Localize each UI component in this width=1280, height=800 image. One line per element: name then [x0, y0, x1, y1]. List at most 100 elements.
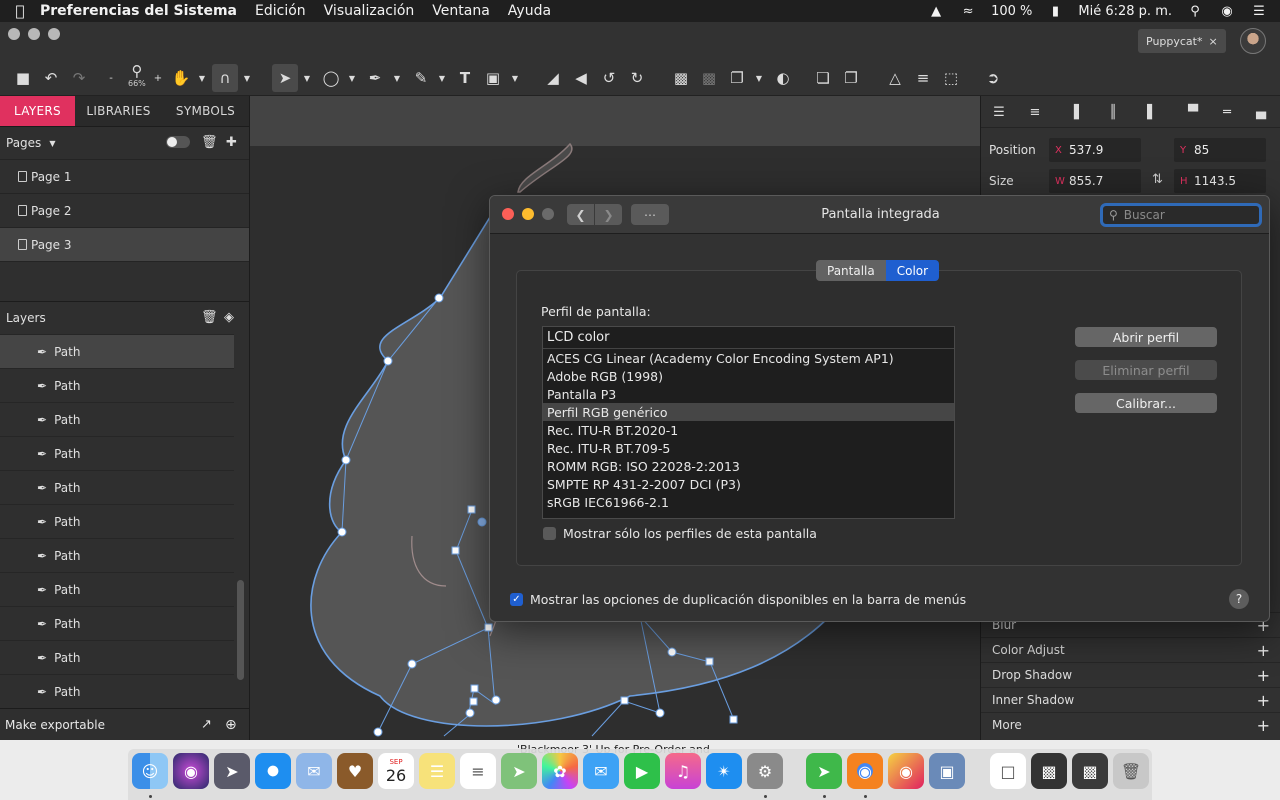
profile-item[interactable]: Rec. ITU-R BT.2020-1	[543, 421, 954, 439]
photos-icon[interactable]: ✿	[542, 753, 578, 789]
mask-icon[interactable]: ◐	[770, 64, 796, 92]
chevron-down-icon[interactable]: ▼	[392, 64, 402, 92]
chevron-down-icon[interactable]: ▼	[510, 64, 520, 92]
add-icon[interactable]: +	[1257, 691, 1270, 710]
effect-color-adjust[interactable]: Color Adjust +	[981, 637, 1280, 662]
app-minimize-button[interactable]	[28, 28, 40, 40]
layer-row[interactable]: ✒ Path	[0, 402, 234, 436]
calendar-icon[interactable]: SEP 26	[378, 753, 414, 789]
flip-vertical-icon[interactable]: ◀	[568, 64, 594, 92]
pen-tool-icon[interactable]: ✒	[362, 64, 388, 92]
menu-ayuda[interactable]: Ayuda	[508, 3, 551, 19]
layer-row[interactable]: ✒ Path	[0, 538, 234, 572]
maps-icon[interactable]: ➤	[501, 753, 537, 789]
mirroring-option-row[interactable]: ✓ Mostrar las opciones de duplicación di…	[510, 592, 966, 607]
align-top-icon[interactable]: ▀	[1183, 102, 1203, 122]
gravit-designer-icon[interactable]: ➤	[806, 753, 842, 789]
trash-icon[interactable]: 🗑	[1113, 753, 1149, 789]
hand-tool-icon[interactable]: ✋	[168, 64, 194, 92]
export-slice-icon[interactable]: ↗	[201, 717, 212, 732]
pages-label[interactable]: Pages	[6, 136, 41, 150]
export-icon[interactable]: ➲	[980, 64, 1006, 92]
menu-clock[interactable]: Mié 6:28 p. m.	[1078, 4, 1172, 19]
toggle-switch[interactable]	[166, 136, 190, 148]
help-button[interactable]: ?	[1229, 589, 1249, 609]
music-icon[interactable]: ♫	[665, 753, 701, 789]
notes-icon[interactable]: ☰	[419, 753, 455, 789]
profile-item[interactable]: SMPTE RP 431-2-2007 DCI (P3)	[543, 475, 954, 493]
battery-percent[interactable]: 100 %	[991, 4, 1032, 19]
launchpad-icon[interactable]: ➤	[214, 753, 250, 789]
siri-icon[interactable]: ◉	[173, 753, 209, 789]
align-center-icon[interactable]: ║	[1103, 102, 1123, 122]
zoom-out-button[interactable]: -	[104, 64, 118, 92]
profile-item[interactable]: Adobe RGB (1998)	[543, 367, 954, 385]
add-export-icon[interactable]: ⊕	[225, 717, 237, 733]
rotate-right-icon[interactable]: ↻	[624, 64, 650, 92]
layer-row[interactable]: ✒ Path	[0, 504, 234, 538]
layer-row[interactable]: ✒ Path	[0, 334, 234, 368]
undo-icon[interactable]: ↶	[38, 64, 64, 92]
zoom-icon[interactable]: ⚲	[124, 62, 150, 80]
reminders-icon[interactable]: ≡	[460, 753, 496, 789]
chevron-down-icon[interactable]: ▼	[197, 64, 207, 92]
screenshot-thumbnail-icon[interactable]: ▩	[1031, 753, 1067, 789]
effect-more[interactable]: More +	[981, 712, 1280, 737]
display-mirroring-icon[interactable]: ▲	[927, 4, 945, 19]
mirroring-checkbox[interactable]: ✓	[510, 593, 523, 606]
search-field[interactable]: ⚲	[1100, 203, 1262, 227]
close-tab-icon[interactable]: ×	[1209, 35, 1218, 48]
arrange-icon[interactable]: ❐	[724, 64, 750, 92]
y-field[interactable]: Y 85	[1174, 138, 1266, 162]
menu-app-name[interactable]: Preferencias del Sistema	[40, 3, 237, 19]
save-icon[interactable]: ■	[10, 64, 36, 92]
layer-row[interactable]: ✒ Path	[0, 470, 234, 504]
add-icon[interactable]: +	[1257, 716, 1270, 735]
tab-layers[interactable]: LAYERS	[0, 96, 75, 126]
contacts-icon[interactable]: ♥	[337, 753, 373, 789]
tab-symbols[interactable]: SYMBOLS	[162, 96, 249, 126]
layer-row[interactable]: ✒ Path	[0, 640, 234, 674]
menu-edicion[interactable]: Edición	[255, 3, 306, 19]
profile-list[interactable]: LCD color ACES CG Linear (Academy Color …	[542, 326, 955, 519]
finder-icon[interactable]: ☺	[132, 753, 168, 789]
send-backward-icon[interactable]: ❐	[838, 64, 864, 92]
align-right-icon[interactable]: ▐	[1137, 102, 1157, 122]
align-middle-icon[interactable]: ═	[1217, 102, 1237, 122]
tab-pantalla[interactable]: Pantalla	[816, 260, 886, 281]
chevron-down-icon[interactable]: ▼	[437, 64, 447, 92]
battery-icon[interactable]: ▮	[1046, 4, 1064, 19]
apple-menu-icon[interactable]: 	[0, 2, 40, 20]
facetime-icon[interactable]: ▶	[624, 753, 660, 789]
image-tool-icon[interactable]: ▣	[480, 64, 506, 92]
page-item-3[interactable]: Page 3	[0, 227, 249, 261]
layer-row[interactable]: ✒ Path	[0, 572, 234, 606]
safari-icon[interactable]: ✦	[255, 753, 291, 789]
chevron-down-icon[interactable]: ▼	[49, 139, 55, 148]
siri-icon[interactable]: ◉	[1218, 4, 1236, 19]
layer-row[interactable]: ✒ Path	[0, 368, 234, 402]
document-tab[interactable]: Puppycat* ×	[1138, 29, 1226, 53]
group-icon[interactable]: ▩	[668, 64, 694, 92]
screenshot-thumbnail-icon[interactable]: ▩	[1072, 753, 1108, 789]
magnet-snap-icon[interactable]: ∩	[212, 64, 238, 92]
preview-icon[interactable]: ▣	[929, 753, 965, 789]
menu-visualizacion[interactable]: Visualización	[324, 3, 415, 19]
only-this-display-checkbox[interactable]	[543, 527, 556, 540]
zoom-in-button[interactable]: +	[150, 64, 166, 92]
calibrate-button[interactable]: Calibrar...	[1075, 393, 1217, 413]
profile-item-selected[interactable]: Perfil RGB genérico	[543, 403, 954, 421]
tab-libraries[interactable]: LIBRARIES	[75, 96, 162, 126]
menu-ventana[interactable]: Ventana	[432, 3, 490, 19]
flip-horizontal-icon[interactable]: ◢	[540, 64, 566, 92]
profile-item[interactable]: ACES CG Linear (Academy Color Encoding S…	[543, 349, 954, 367]
affinity-icon[interactable]: ◉	[888, 753, 924, 789]
redo-icon[interactable]: ↷	[66, 64, 92, 92]
messages-icon[interactable]: ✉	[583, 753, 619, 789]
app-zoom-button[interactable]	[48, 28, 60, 40]
spotlight-search-icon[interactable]: ⚲	[1186, 4, 1204, 19]
profile-item[interactable]: Rec. ITU-R BT.709-5	[543, 439, 954, 457]
bring-forward-icon[interactable]: ❏	[810, 64, 836, 92]
trash-icon[interactable]: 🗑	[201, 310, 218, 325]
chevron-down-icon[interactable]: ▼	[754, 64, 764, 92]
